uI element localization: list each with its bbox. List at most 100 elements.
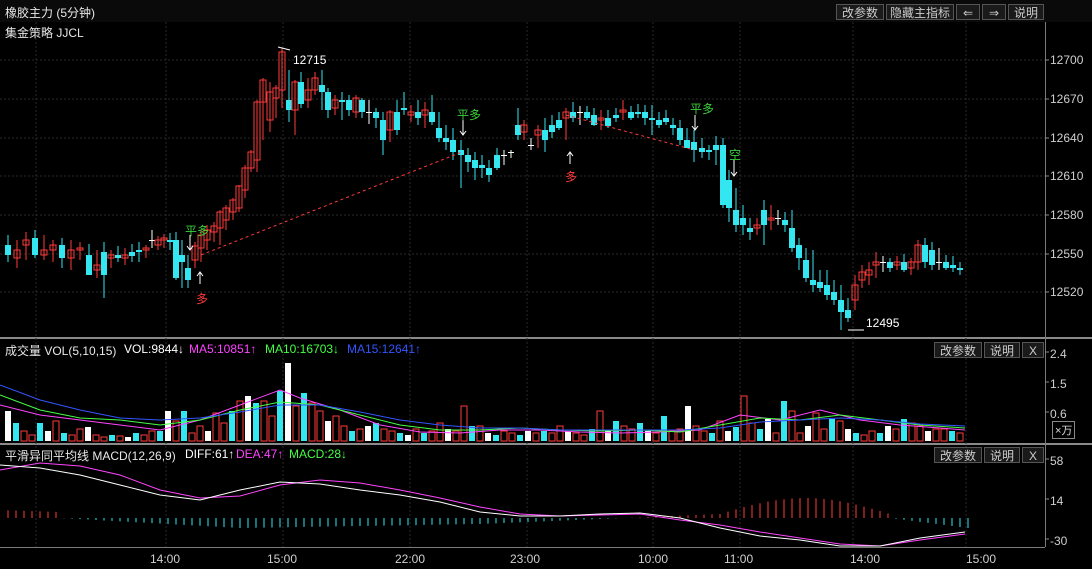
vol-tick: 2.4 (1050, 347, 1067, 361)
candle-body-down (508, 152, 514, 153)
volume-bar-up (860, 434, 868, 442)
candle-body-down (605, 118, 611, 126)
candle-body-down (845, 310, 851, 318)
candle-body-down (613, 115, 619, 118)
volume-bar-down (349, 431, 355, 441)
price-tick: 12640 (1050, 131, 1084, 145)
volume-bar-up (868, 430, 876, 442)
price-tick: 12520 (1050, 285, 1084, 299)
volume-bar-down (5, 411, 11, 441)
time-tick: 22:00 (395, 552, 426, 566)
price-tick: 12550 (1050, 247, 1084, 261)
candle-body-down (677, 128, 683, 140)
signal-trend-line (565, 114, 695, 151)
volume-bar-up (700, 430, 708, 442)
candle-body-down (929, 250, 935, 265)
volume-bar-up (652, 432, 660, 442)
candle-body-down (325, 92, 331, 110)
candle-body-down (149, 240, 155, 241)
volume-bar-up (596, 410, 604, 442)
candle-body-down (747, 228, 753, 232)
vol-change-params-button[interactable]: 改参数 (934, 342, 982, 358)
volume-bar-up (572, 432, 580, 442)
volume-bar-up (932, 428, 940, 442)
volume-bar-up (196, 425, 204, 442)
candle-body-down (5, 245, 11, 255)
volume-bar-up (772, 432, 780, 442)
candle-body-down (458, 150, 464, 155)
candle-body-down (887, 262, 893, 268)
candle-body-down (817, 282, 823, 288)
vol-close-button[interactable]: X (1022, 342, 1044, 358)
candle-body-down (443, 138, 449, 142)
macd-tick: -30 (1050, 534, 1068, 548)
volume-bar-down (525, 431, 531, 441)
signal-trend-line (200, 151, 463, 256)
volume-bar-up (100, 436, 108, 442)
candle-body-down (436, 128, 442, 138)
candle-body-down (179, 255, 185, 262)
macd-indicator-name: 平滑异同平均线 MACD(12,26,9) (5, 449, 176, 463)
volume-bar-down (13, 423, 19, 441)
macd-change-params-button[interactable]: 改参数 (934, 447, 982, 463)
candle-body-down (663, 118, 669, 122)
volume-bar-up (628, 428, 636, 442)
volume-bar-down (885, 426, 891, 441)
volume-bar-up (116, 435, 124, 442)
candle-body-down (901, 262, 907, 270)
price-tick: 12580 (1050, 208, 1084, 222)
volume-bar-up (548, 432, 556, 442)
candle-body-down (101, 252, 107, 275)
volume-bar-up (620, 425, 628, 442)
volume-bar-up (52, 420, 60, 442)
candle-body-down (394, 112, 400, 130)
macd-tick: 58 (1050, 454, 1064, 468)
signal-short: 空 (729, 148, 742, 162)
candle-body-down (656, 120, 662, 125)
vol-value: VOL:9844↓ (124, 342, 185, 356)
signal-close-long: 平多 (690, 102, 715, 116)
signal-long: 多 (565, 170, 578, 184)
volume-bar-down (709, 433, 715, 441)
macd-diff: DIFF:61↑ (185, 447, 235, 461)
candle-body-down (726, 180, 732, 208)
volume-bar-down (685, 406, 691, 441)
macd-help-button[interactable]: 说明 (984, 447, 1020, 463)
volume-bar-down (133, 433, 139, 441)
time-tick: 11:00 (724, 552, 754, 566)
volume-bar-down (725, 431, 731, 441)
volume-bar-down (733, 427, 739, 441)
candle-body-down (501, 155, 507, 156)
vol-help-button[interactable]: 说明 (984, 342, 1020, 358)
volume-bar-up (148, 430, 156, 442)
candle-body-down (642, 112, 648, 118)
candle-body-down (129, 252, 135, 256)
volume-bar-down (165, 411, 171, 441)
candle-body-down (286, 100, 292, 110)
volume-bar-up (212, 412, 220, 442)
volume-bar-up (748, 422, 756, 442)
macd-close-button[interactable]: X (1022, 447, 1044, 463)
volume-bar-up (740, 395, 748, 442)
volume-bar-up (940, 428, 948, 442)
candle-body-down (415, 112, 421, 118)
candle-body-down (733, 210, 739, 225)
volume-bar-down (853, 433, 859, 441)
volume-bar-up (692, 425, 700, 442)
candle-body-down (298, 82, 304, 104)
volume-bar-down (125, 437, 131, 441)
candle-body-down (584, 112, 590, 118)
volume-bar-down (421, 433, 427, 441)
volume-bar-up (308, 402, 316, 442)
vol-indicator-name: 成交量 VOL(5,10,15) (5, 344, 117, 358)
volume-bar-down (469, 426, 475, 441)
volume-bar-up (388, 430, 396, 442)
volume-bar-down (845, 429, 851, 441)
volume-bar-up (668, 430, 676, 442)
candle-body-down (803, 260, 809, 278)
volume-bar-down (757, 429, 763, 441)
volume-bar-up (508, 432, 516, 442)
volume-bar-up (892, 428, 900, 442)
candle-body-down (429, 112, 435, 122)
candle-body-down (838, 300, 844, 312)
